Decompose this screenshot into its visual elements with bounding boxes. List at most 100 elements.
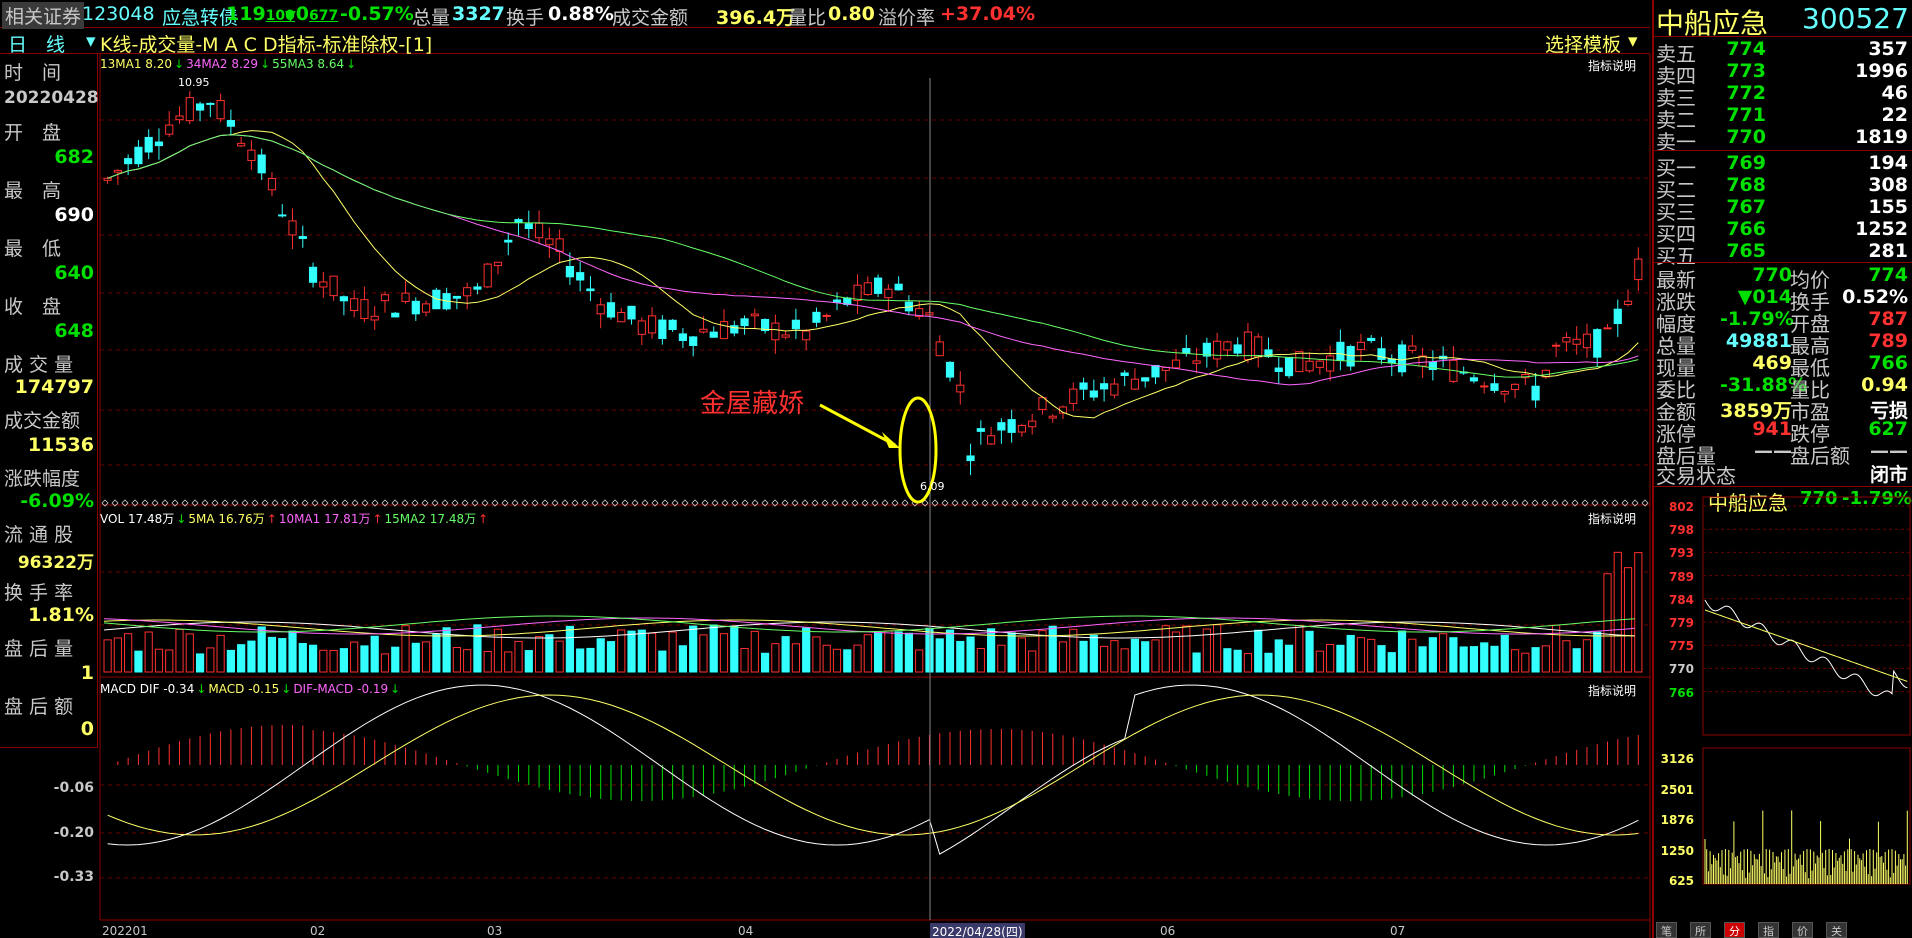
kline-chart[interactable]	[0, 0, 1652, 938]
candle-body	[740, 318, 749, 327]
volume-bar	[1243, 653, 1253, 673]
volume-bar	[1274, 639, 1283, 673]
volume-bar	[1572, 648, 1581, 673]
candle-body	[1254, 336, 1263, 358]
macd-help-link[interactable]: 指标说明	[1588, 682, 1636, 699]
mini-vol-tick: 2501	[1660, 782, 1694, 797]
candle-body	[288, 220, 297, 236]
candle-body	[411, 300, 420, 315]
volume-bar	[298, 642, 307, 673]
panel-tab[interactable]: 笔	[1656, 922, 1677, 938]
orderbook-vol: 1996	[1855, 60, 1908, 82]
mini-vol-tick: 625	[1668, 874, 1694, 888]
volume-bar	[1110, 640, 1119, 673]
volume-bar	[935, 638, 944, 673]
candle-body	[678, 333, 687, 342]
volume-bar	[1192, 652, 1201, 673]
panel-tab[interactable]: 所	[1690, 922, 1711, 938]
panel-tab[interactable]: 分	[1724, 922, 1745, 938]
mini-price-tick: 784	[1668, 592, 1694, 607]
volume-bar	[1510, 649, 1520, 673]
volume-bar	[976, 648, 985, 673]
status-value: 闭市	[1869, 464, 1908, 486]
volume-bar	[504, 651, 513, 673]
candle-body	[699, 328, 708, 333]
volume-bar	[884, 630, 893, 673]
candle-body	[1120, 372, 1129, 376]
candle-body	[668, 319, 677, 331]
candle-body	[606, 302, 616, 318]
candle-body	[1531, 385, 1540, 401]
volume-bar	[370, 635, 379, 673]
candle-body	[802, 330, 811, 341]
legend-item: 5MA 16.76万	[188, 512, 265, 526]
volume-bar	[257, 626, 266, 673]
volume-bar	[689, 625, 698, 673]
candle-body	[103, 177, 112, 181]
candle-body	[1182, 348, 1191, 354]
candle-body	[319, 281, 328, 288]
stat-value: ▼014	[1737, 286, 1792, 308]
orderbook-vol: 281	[1868, 240, 1908, 262]
candle-body	[637, 320, 646, 335]
panel-tab[interactable]: 关	[1826, 922, 1847, 938]
volume-bar	[1469, 646, 1479, 673]
candle-body	[576, 272, 585, 281]
volume-bar	[586, 647, 595, 673]
candle-body	[1623, 300, 1633, 305]
stat-value: 789	[1868, 330, 1908, 352]
candle-body	[380, 294, 390, 302]
candle-body	[298, 236, 307, 239]
kline-help-link[interactable]: 指标说明	[1588, 57, 1636, 74]
candle-body	[401, 292, 410, 302]
candle-body	[1079, 382, 1088, 390]
volume-bar	[1295, 624, 1304, 673]
volume-bar	[617, 629, 626, 673]
legend-item: DIF-MACD -0.19	[293, 682, 389, 696]
volume-bar	[1490, 645, 1499, 673]
orderbook-price: 768	[1726, 174, 1766, 196]
x-axis-label: 04	[738, 924, 754, 938]
stat-value: -31.88%	[1720, 374, 1808, 396]
x-axis-label: 02	[310, 924, 326, 938]
mini-vol-tick: 3126	[1660, 752, 1694, 766]
candle-body	[1634, 258, 1643, 281]
mini-vol-tick: 1250	[1660, 843, 1694, 858]
orderbook-vol: 194	[1868, 152, 1908, 174]
candle-body	[863, 282, 872, 295]
volume-bar	[966, 636, 975, 673]
candle-body	[832, 299, 842, 303]
volume-bar	[113, 637, 122, 673]
volume-bar	[1305, 630, 1314, 673]
legend-item: MACD DIF -0.34	[100, 682, 195, 696]
max-price-label: 10.95	[178, 76, 210, 89]
volume-bar	[1326, 643, 1335, 673]
candle-body	[555, 238, 564, 252]
volume-bar	[1017, 637, 1027, 673]
orderbook-price: 769	[1726, 152, 1766, 174]
volume-bar	[627, 630, 636, 673]
candle-body	[1500, 390, 1509, 395]
panel-tab[interactable]: 价	[1792, 922, 1813, 938]
vol-help-link[interactable]: 指标说明	[1588, 510, 1636, 527]
volume-bar	[1582, 639, 1592, 673]
volume-bar	[647, 632, 657, 673]
orderbook-vol: 22	[1881, 104, 1908, 126]
candle-body	[1130, 378, 1140, 390]
candle-body	[1233, 344, 1242, 354]
stock-code: 300527	[1802, 2, 1909, 35]
candle-body	[997, 422, 1006, 431]
orderbook-price: 771	[1726, 104, 1766, 126]
legend-item: 10MA1 17.81万	[278, 512, 371, 526]
candle-body	[226, 120, 235, 127]
volume-bar	[514, 640, 523, 673]
candle-body	[514, 219, 523, 224]
volume-bar	[832, 648, 842, 673]
legend-item: ↓	[196, 682, 207, 696]
volume-bar	[1336, 644, 1345, 673]
volume-bar	[1007, 632, 1016, 673]
volume-bar	[812, 636, 821, 673]
panel-tab[interactable]: 指	[1758, 922, 1779, 938]
volume-bar	[1500, 634, 1509, 673]
candle-body	[1274, 367, 1283, 372]
